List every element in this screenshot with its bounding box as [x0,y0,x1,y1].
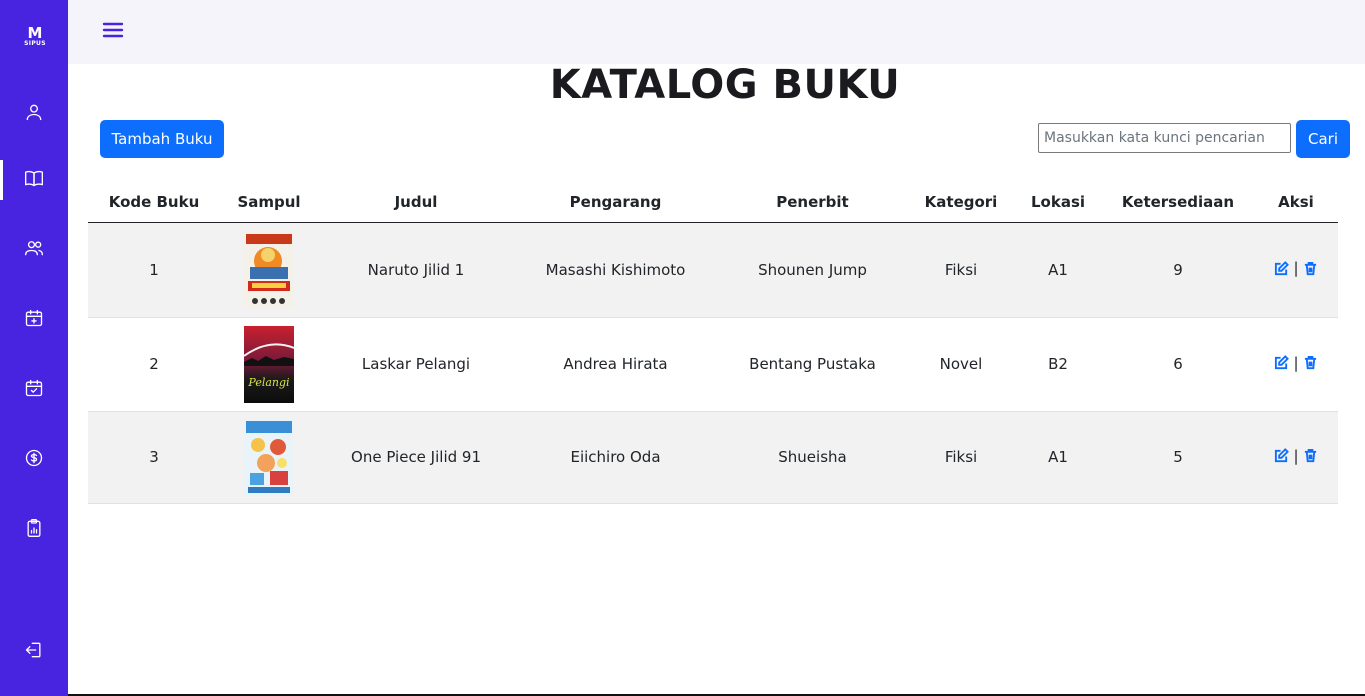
cell-lokasi: A1 [1014,411,1102,504]
sidebar-item-books[interactable] [0,160,68,200]
col-header-kode[interactable]: Kode Buku [88,182,220,223]
cell-pengarang: Eiichiro Oda [514,411,717,504]
col-header-aksi: Aksi [1254,182,1338,223]
sidebar-item-user[interactable] [0,94,68,134]
cell-judul: Laskar Pelangi [318,317,514,412]
logout-icon [24,640,44,664]
cell-pengarang: Andrea Hirata [514,317,717,412]
action-separator: | [1293,353,1299,372]
cell-kode: 3 [88,411,220,504]
logo-text: SIPUS [24,40,46,47]
cell-kode: 2 [88,317,220,412]
search-input[interactable] [1038,123,1291,153]
book-icon [24,168,44,192]
table-row: 3 One Piece Jilid 91 Eiichiro Oda Shueis… [88,411,1338,504]
dollar-circle-icon [24,448,44,472]
user-icon [24,102,44,126]
action-separator: | [1293,446,1299,465]
cell-judul: Naruto Jilid 1 [318,222,514,318]
sidebar-item-logout[interactable] [0,632,68,672]
trash-icon[interactable] [1303,355,1318,370]
book-table: Kode Buku Sampul Judul Pengarang Penerbi… [88,182,1338,504]
cell-lokasi: A1 [1014,222,1102,318]
col-header-ketersediaan[interactable]: Ketersediaan [1102,182,1254,223]
logo-mark: M [27,24,43,42]
col-header-kategori[interactable]: Kategori [908,182,1014,223]
table-header-row: Kode Buku Sampul Judul Pengarang Penerbi… [88,182,1338,223]
cell-aksi: | [1254,222,1338,318]
table-row: 1 Naruto Jilid 1 Masashi Kishimoto Shoun… [88,222,1338,318]
action-separator: | [1293,259,1299,278]
search-button[interactable]: Cari [1296,120,1350,158]
cell-judul: One Piece Jilid 91 [318,411,514,504]
cell-ketersediaan: 5 [1102,411,1254,504]
book-cover-image[interactable] [244,418,294,496]
topbar [68,0,1365,64]
sidebar-item-members[interactable] [0,230,68,270]
sidebar-item-return[interactable] [0,370,68,410]
trash-icon[interactable] [1303,261,1318,276]
book-cover-image[interactable] [244,231,294,308]
cell-kategori: Fiksi [908,411,1014,504]
cell-ketersediaan: 6 [1102,317,1254,412]
cell-sampul: Pelangi [220,317,318,412]
sidebar-item-fines[interactable] [0,440,68,480]
cell-ketersediaan: 9 [1102,222,1254,318]
trash-icon[interactable] [1303,448,1318,463]
cell-penerbit: Bentang Pustaka [717,317,908,412]
col-header-lokasi[interactable]: Lokasi [1014,182,1102,223]
hamburger-icon [102,22,124,44]
users-icon [24,238,44,262]
col-header-penerbit[interactable]: Penerbit [717,182,908,223]
cell-aksi: | [1254,411,1338,504]
calendar-check-icon [24,378,44,402]
cell-kode: 1 [88,222,220,318]
edit-icon[interactable] [1274,260,1290,276]
col-header-sampul[interactable]: Sampul [220,182,318,223]
sidebar: M SIPUS [0,0,68,696]
col-header-pengarang[interactable]: Pengarang [514,182,717,223]
cell-sampul [220,411,318,504]
table-row: 2 Pelangi Laskar Pelangi Andrea Hirata B… [88,317,1338,412]
edit-icon[interactable] [1274,448,1290,463]
cell-penerbit: Shueisha [717,411,908,504]
app-logo[interactable]: M SIPUS [20,26,50,52]
cell-sampul [220,222,318,318]
menu-toggle-button[interactable] [102,20,124,40]
book-cover-image[interactable]: Pelangi [243,325,295,403]
cell-kategori: Novel [908,317,1014,412]
cell-pengarang: Masashi Kishimoto [514,222,717,318]
add-book-button[interactable]: Tambah Buku [100,120,224,158]
clipboard-chart-icon [24,518,44,542]
cell-penerbit: Shounen Jump [717,222,908,318]
cell-kategori: Fiksi [908,222,1014,318]
calendar-plus-icon [24,308,44,332]
svg-text:Pelangi: Pelangi [247,376,289,389]
page-title: KATALOG BUKU [549,62,901,108]
edit-icon[interactable] [1274,355,1290,370]
cell-aksi: | [1254,317,1338,412]
sidebar-item-loan[interactable] [0,300,68,340]
sidebar-item-report[interactable] [0,510,68,550]
col-header-judul[interactable]: Judul [318,182,514,223]
cell-lokasi: B2 [1014,317,1102,412]
